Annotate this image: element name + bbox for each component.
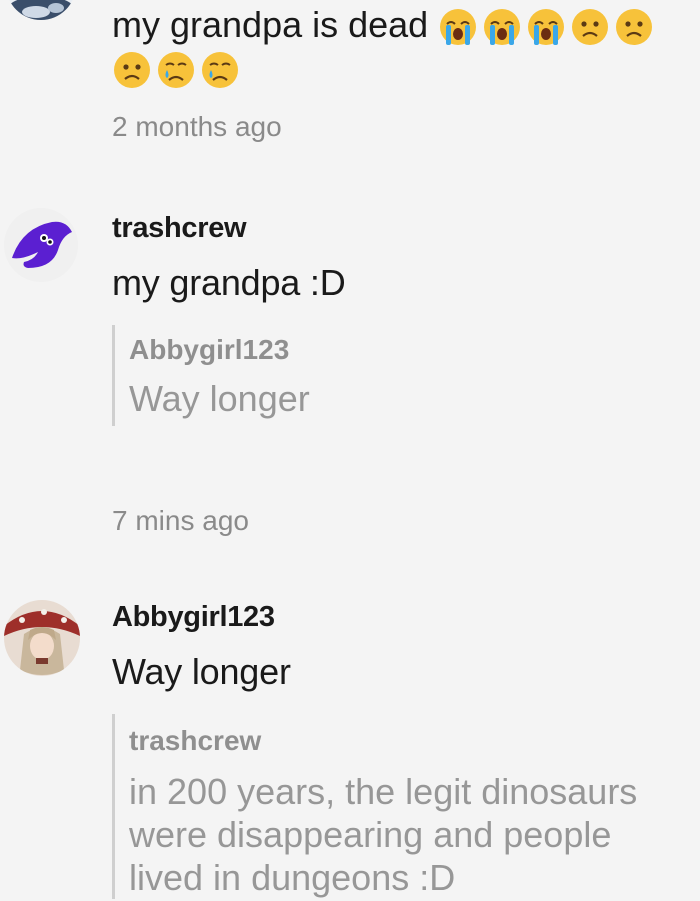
quote-text-line: were disappearing and people xyxy=(129,814,612,855)
crying-face-icon xyxy=(158,52,194,88)
quote-text: Way longer xyxy=(129,378,310,419)
avatar-image xyxy=(6,0,76,20)
comment-2: trashcrew my grandpa :D Abbygirl123 Way … xyxy=(0,205,700,565)
quote-username: Abbygirl123 xyxy=(129,334,290,365)
comment-username[interactable]: Abbygirl123 xyxy=(112,600,692,634)
comment-timestamp: 7 mins ago xyxy=(112,505,249,536)
quote-text-line: in 200 years, the legit dinosaurs xyxy=(129,771,638,812)
avatar[interactable] xyxy=(4,208,78,282)
comment-username[interactable]: trashcrew xyxy=(112,211,692,245)
quoted-reply[interactable]: Abbygirl123 Way longer xyxy=(112,325,692,426)
loudly-crying-face-icon xyxy=(528,9,565,46)
quote-username: trashcrew xyxy=(129,725,262,756)
worried-face-icon xyxy=(572,9,609,46)
loudly-crying-face-icon xyxy=(440,9,477,46)
quoted-reply[interactable]: trashcrew in 200 years, the legit dinosa… xyxy=(112,714,692,899)
comment-text: my grandpa is dead xyxy=(112,2,692,48)
loudly-crying-face-icon xyxy=(484,9,521,46)
avatar[interactable] xyxy=(6,0,76,20)
avatar-image xyxy=(4,600,80,676)
emoji-group-1 xyxy=(438,7,654,47)
comment-text: my grandpa :D xyxy=(112,262,346,303)
emoji-group-2 xyxy=(112,50,240,90)
comment-text: Way longer xyxy=(112,651,291,692)
comment-text-body: my grandpa is dead xyxy=(112,4,429,45)
comment-3: Abbygirl123 Way longer trashcrew in 200 … xyxy=(0,596,700,901)
avatar-image xyxy=(4,208,78,282)
avatar[interactable] xyxy=(4,600,80,676)
worried-face-icon xyxy=(114,52,150,88)
comment-1: my grandpa is dead 2 months ago xyxy=(0,0,700,170)
quote-text-line: lived in dungeons :D xyxy=(129,857,456,898)
worried-face-icon xyxy=(616,9,653,46)
comment-timestamp: 2 months ago xyxy=(112,111,282,142)
crying-face-icon xyxy=(202,52,238,88)
